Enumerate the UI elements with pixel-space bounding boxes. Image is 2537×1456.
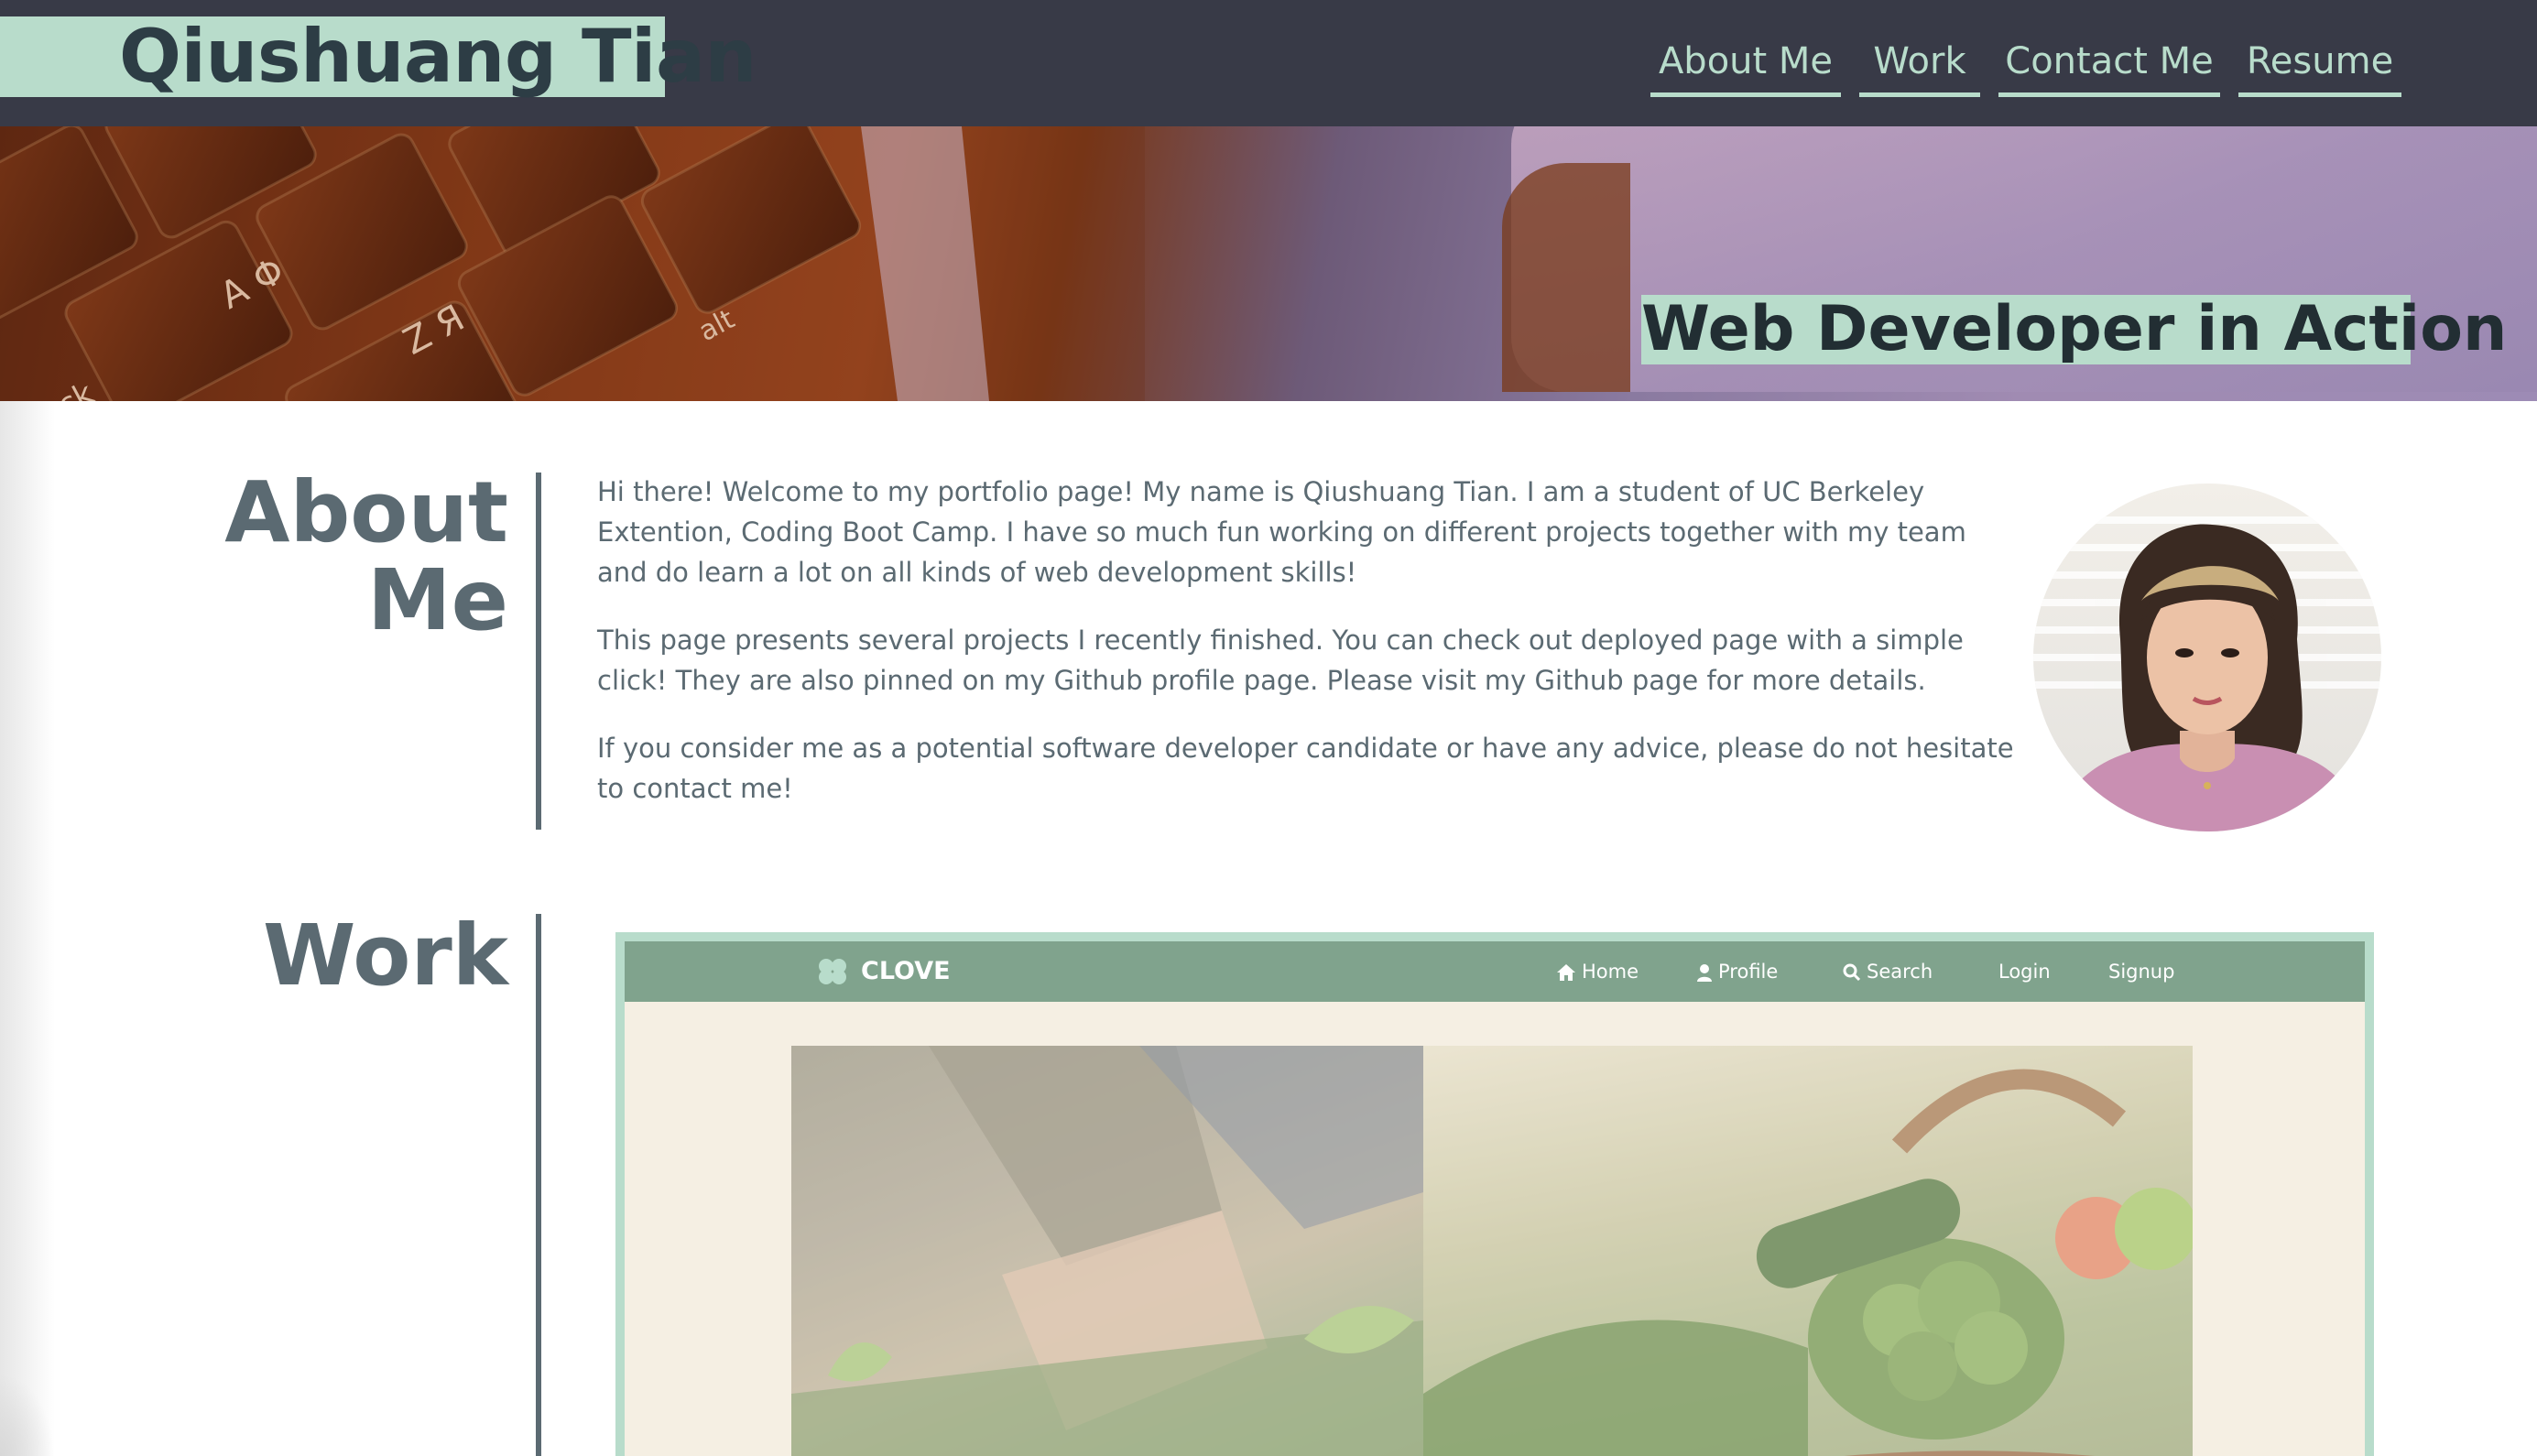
image-veil bbox=[1423, 1046, 2193, 1456]
image-veil bbox=[791, 1046, 1423, 1456]
portrait-photo bbox=[2033, 516, 2381, 831]
clover-icon bbox=[819, 959, 846, 984]
home-icon bbox=[1557, 964, 1575, 981]
preview-nav-home[interactable]: Home bbox=[1556, 941, 1639, 1002]
about-title: About Me bbox=[0, 469, 508, 645]
work-divider bbox=[536, 914, 541, 1456]
preview-nav-search[interactable]: Search bbox=[1843, 941, 1933, 1002]
about-paragraph: If you consider me as a potential softwa… bbox=[597, 733, 2014, 804]
nav-contact-me[interactable]: Contact Me bbox=[1998, 26, 2220, 97]
about-paragraph: Hi there! Welcome to my portfolio page! … bbox=[597, 476, 1966, 588]
vegetable-basket-photo bbox=[1423, 1046, 2193, 1456]
laptop-keyboard-image: A Φ Z Я alt ps lock bbox=[0, 126, 1145, 401]
about-title-line2: Me bbox=[367, 551, 508, 649]
search-icon bbox=[1843, 963, 1861, 982]
about-paragraph: This page presents several projects I re… bbox=[597, 625, 1964, 696]
user-icon bbox=[1697, 964, 1712, 982]
nav-work[interactable]: Work bbox=[1859, 26, 1980, 97]
preview-brand: CLOVE bbox=[815, 941, 951, 1002]
preview-nav-home-label: Home bbox=[1582, 961, 1639, 983]
preview-nav-profile[interactable]: Profile bbox=[1696, 941, 1778, 1002]
about-divider bbox=[536, 473, 541, 830]
hero-title: Web Developer in Action bbox=[1641, 293, 2508, 365]
nav-resume[interactable]: Resume bbox=[2238, 26, 2401, 97]
preview-navbar: CLOVE Home Profile Search Login Signup bbox=[625, 941, 2365, 1002]
preview-nav-profile-label: Profile bbox=[1718, 961, 1779, 983]
preview-hero-images bbox=[791, 1046, 2193, 1456]
about-text: Hi there! Welcome to my portfolio page! … bbox=[597, 472, 2019, 836]
phone-edge bbox=[1502, 163, 1630, 392]
profile-avatar bbox=[2033, 484, 2381, 831]
about-title-line1: About bbox=[224, 463, 508, 561]
page-corner-shadow bbox=[0, 1374, 55, 1456]
preview-nav-search-label: Search bbox=[1867, 961, 1933, 983]
preview-nav-login[interactable]: Login bbox=[1998, 941, 2051, 1002]
work-title: Work bbox=[263, 907, 508, 1005]
main-nav: About Me Work Contact Me Resume bbox=[0, 26, 2537, 99]
site-header: Qiushuang Tian About Me Work Contact Me … bbox=[0, 0, 2537, 126]
hero-banner: A Φ Z Я alt ps lock Web Developer in Act… bbox=[0, 126, 2537, 401]
work-project-preview[interactable]: CLOVE Home Profile Search Login Signup bbox=[615, 932, 2374, 1456]
nav-about-me[interactable]: About Me bbox=[1650, 26, 1841, 97]
preview-nav-signup[interactable]: Signup bbox=[2108, 941, 2174, 1002]
gardening-photo bbox=[791, 1046, 1423, 1456]
preview-brand-label: CLOVE bbox=[861, 957, 951, 985]
